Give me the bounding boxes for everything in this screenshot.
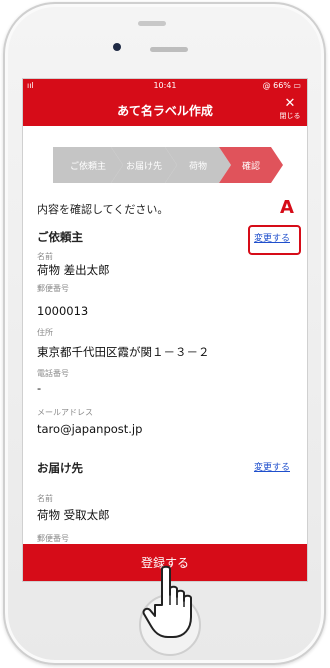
recipient-change-link[interactable]: 変更する (254, 460, 290, 473)
sender-phone-value: - (37, 381, 42, 395)
app-screen: ııl 10:41 @ 66% ▭ あて名ラベル作成 ✕ 閉じる ご依頼主 お届… (22, 78, 308, 582)
sender-phone-label: 電話番号 (37, 369, 69, 378)
sender-address-label: 住所 (37, 328, 53, 337)
close-button[interactable]: ✕ 閉じる (277, 97, 303, 123)
annotation-marker: A (280, 197, 294, 218)
recipient-section-title: お届け先 (37, 461, 83, 475)
recipient-name-value: 荷物 受取太郎 (37, 508, 110, 522)
progress-steps: ご依頼主 お届け先 荷物 確認 (53, 147, 283, 183)
recipient-postal-label: 郵便番号 (37, 534, 69, 543)
sender-section-title: ご依頼主 (37, 230, 83, 244)
recipient-name-label: 名前 (37, 494, 53, 503)
sender-postal-label: 郵便番号 (37, 284, 69, 293)
close-icon: ✕ (284, 96, 296, 111)
phone-speaker (138, 21, 166, 26)
sender-email-value: taro@japanpost.jp (37, 422, 143, 436)
pointing-hand-icon (142, 565, 192, 638)
sender-email-label: メールアドレス (37, 408, 93, 417)
close-label: 閉じる (279, 112, 301, 120)
sender-address-value: 東京都千代田区霞が関１－３－２ (37, 345, 210, 359)
sender-change-link[interactable]: 変更する (254, 231, 290, 244)
intro-text: 内容を確認してください。 (37, 203, 169, 216)
sender-postal-value: 1000013 (37, 304, 89, 318)
page-title: あて名ラベル作成 (117, 104, 213, 118)
phone-earpiece (150, 47, 188, 52)
sender-name-label: 名前 (37, 252, 53, 261)
step-sender: ご依頼主 (53, 147, 123, 183)
sender-name-value: 荷物 差出太郎 (37, 263, 110, 277)
status-bar: ııl 10:41 @ 66% ▭ (23, 79, 307, 93)
battery-indicator: @ 66% ▭ (262, 81, 301, 90)
phone-camera (113, 43, 121, 51)
title-bar: あて名ラベル作成 ✕ 閉じる (23, 93, 307, 126)
